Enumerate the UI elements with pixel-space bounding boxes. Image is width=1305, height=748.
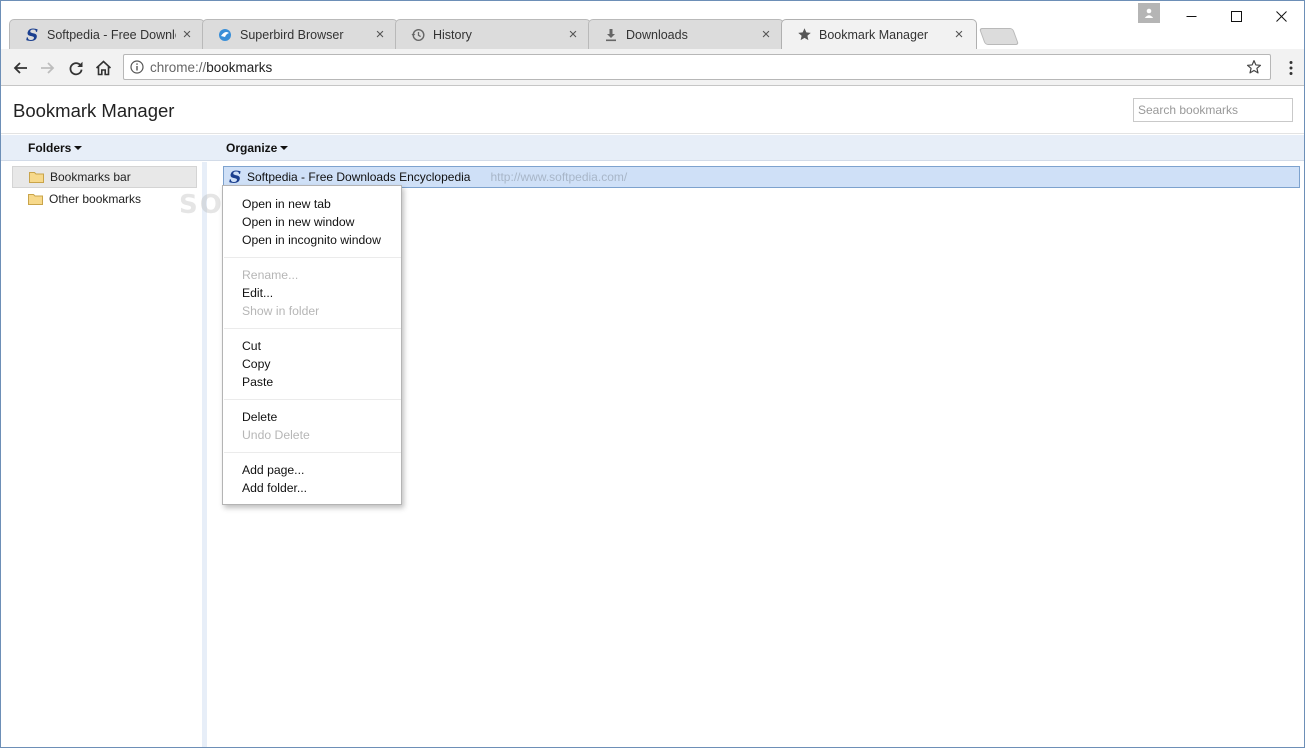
info-icon[interactable] xyxy=(124,60,150,74)
svg-text:S: S xyxy=(26,27,38,43)
profile-button[interactable] xyxy=(1138,3,1160,23)
menu-item-open-new-window[interactable]: Open in new window xyxy=(223,213,401,231)
menu-item-undo-delete: Undo Delete xyxy=(242,428,310,442)
menu-item-open-new-tab[interactable]: Open in new tab xyxy=(223,195,401,213)
folder-tree: Bookmarks bar Other bookmarks xyxy=(1,162,202,747)
tab-title: Superbird Browser xyxy=(240,27,344,42)
folders-menu-label: Folders xyxy=(28,141,72,155)
tree-item-label: Other bookmarks xyxy=(49,192,142,206)
menu-item-copy[interactable]: Copy xyxy=(223,355,401,373)
browser-window: S Softpedia - Free Downloads Encyclopedi… xyxy=(0,0,1305,748)
page-header: Bookmark Manager xyxy=(1,87,1304,134)
softpedia-icon: S xyxy=(24,27,40,43)
forward-arrow-icon xyxy=(41,62,55,74)
back-arrow-icon xyxy=(13,62,27,74)
tab-title: Softpedia - Free Downloads Encyclopedia xyxy=(47,27,176,42)
tab-title: Downloads xyxy=(626,27,688,42)
menu-item-add-folder[interactable]: Add folder... xyxy=(223,479,401,497)
reload-button[interactable] xyxy=(63,55,89,81)
star-icon xyxy=(796,27,812,43)
bookmark-star-icon[interactable] xyxy=(1246,59,1262,78)
tab-title: History xyxy=(433,27,472,42)
chevron-down-icon xyxy=(74,146,83,150)
context-menu: Open in new tab Open in new window Open … xyxy=(222,185,402,505)
tab-bookmark-manager[interactable]: Bookmark Manager × xyxy=(781,19,977,49)
svg-text:S: S xyxy=(229,169,241,185)
minimize-icon xyxy=(1186,15,1197,17)
folder-icon xyxy=(29,171,44,183)
close-icon[interactable]: × xyxy=(180,27,194,42)
tab-downloads[interactable]: Downloads × xyxy=(588,19,784,49)
menu-item-edit[interactable]: Edit... xyxy=(223,284,401,302)
menu-item-cut[interactable]: Cut xyxy=(223,337,401,355)
url-host: bookmarks xyxy=(206,59,273,75)
page-title: Bookmark Manager xyxy=(13,100,175,121)
menu-item-show-in-folder: Show in folder xyxy=(242,304,320,318)
tree-item-other-bookmarks[interactable]: Other bookmarks xyxy=(12,188,197,210)
tab-history[interactable]: History × xyxy=(395,19,591,49)
maximize-button[interactable] xyxy=(1214,1,1259,31)
search-input[interactable] xyxy=(1133,98,1293,122)
chevron-down-icon xyxy=(280,146,289,150)
forward-button[interactable] xyxy=(35,55,61,81)
menu-item-add-page[interactable]: Add page... xyxy=(223,461,401,479)
close-icon xyxy=(1276,10,1287,22)
tab-superbird[interactable]: Superbird Browser × xyxy=(202,19,398,49)
menubar: Folders Organize xyxy=(1,135,1304,161)
menu-button[interactable] xyxy=(1286,58,1296,78)
softpedia-icon: S xyxy=(228,169,242,185)
close-icon[interactable]: × xyxy=(759,27,773,42)
close-icon[interactable]: × xyxy=(373,27,387,42)
close-icon[interactable]: × xyxy=(952,27,966,42)
menu-separator xyxy=(224,257,401,258)
history-icon xyxy=(410,27,426,43)
menu-separator xyxy=(224,452,401,453)
tab-softpedia[interactable]: S Softpedia - Free Downloads Encyclopedi… xyxy=(9,19,205,49)
tree-item-label: Bookmarks bar xyxy=(50,170,131,184)
bookmark-url: http://www.softpedia.com/ xyxy=(490,170,628,184)
home-icon xyxy=(95,60,111,76)
tree-item-bookmarks-bar[interactable]: Bookmarks bar xyxy=(12,166,197,188)
organize-menu-label: Organize xyxy=(226,141,278,155)
back-button[interactable] xyxy=(7,55,33,81)
tab-title: Bookmark Manager xyxy=(819,27,929,42)
folders-menu[interactable]: Folders xyxy=(28,141,83,155)
menu-separator xyxy=(224,399,401,400)
new-tab-button[interactable] xyxy=(978,28,1020,45)
url-scheme: chrome:// xyxy=(150,59,207,75)
menu-separator xyxy=(224,328,401,329)
menu-item-delete[interactable]: Delete xyxy=(223,408,401,426)
folder-icon xyxy=(28,193,43,205)
url-text: chrome://bookmarks xyxy=(150,60,272,75)
maximize-icon xyxy=(1231,10,1242,22)
organize-menu[interactable]: Organize xyxy=(226,141,289,155)
person-icon xyxy=(1144,8,1154,18)
close-window-button[interactable] xyxy=(1259,1,1304,31)
toolbar: chrome://bookmarks xyxy=(1,49,1304,86)
more-vertical-icon xyxy=(1289,61,1293,75)
menu-item-open-incognito[interactable]: Open in incognito window xyxy=(223,231,401,249)
close-icon[interactable]: × xyxy=(566,27,580,42)
reload-icon xyxy=(69,61,83,76)
tab-strip: S Softpedia - Free Downloads Encyclopedi… xyxy=(1,1,1304,49)
address-bar[interactable]: chrome://bookmarks xyxy=(123,54,1271,80)
download-icon xyxy=(603,27,619,43)
minimize-button[interactable] xyxy=(1169,1,1214,31)
window-controls xyxy=(1169,1,1304,31)
home-button[interactable] xyxy=(90,55,116,81)
menu-item-rename: Rename... xyxy=(242,268,299,282)
superbird-icon xyxy=(217,27,233,43)
menu-item-paste[interactable]: Paste xyxy=(223,373,401,391)
bookmark-title: Softpedia - Free Downloads Encyclopedia xyxy=(247,170,471,184)
